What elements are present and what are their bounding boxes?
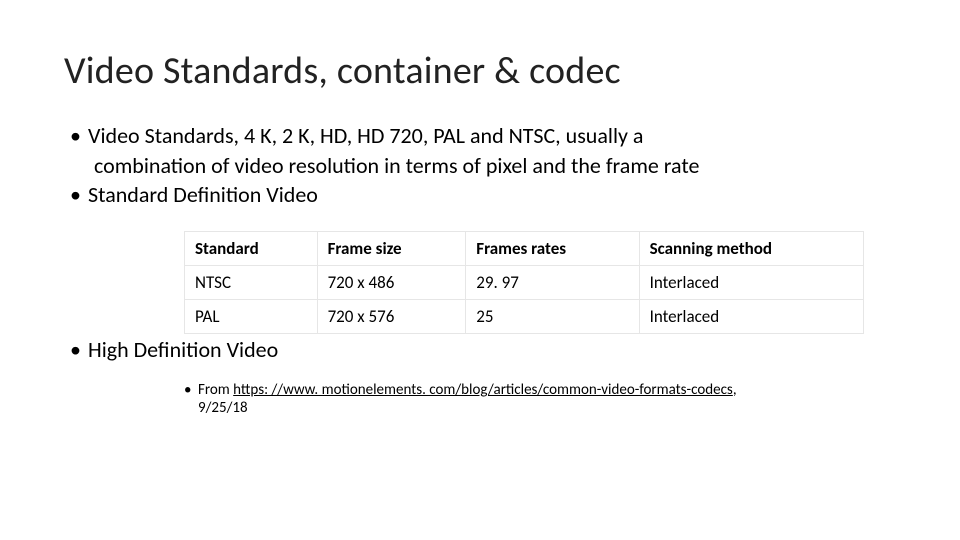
table-row: NTSC 720 x 486 29. 97 Interlaced [185, 265, 864, 299]
bullet-dot-icon: • [70, 336, 88, 364]
source-citation: •From https: //www. motionelements. com/… [184, 381, 896, 417]
source-date: 9/25/18 [198, 399, 248, 417]
cell: NTSC [185, 265, 318, 299]
bullet-1-text-line2: combination of video resolution in terms… [94, 152, 896, 180]
bullet-1-text-line1: Video Standards, 4 K, 2 K, HD, HD 720, P… [88, 122, 643, 149]
th-scanning-method: Scanning method [639, 231, 863, 265]
bullet-item-3: •High Definition Video [70, 336, 896, 364]
th-frame-size: Frame size [317, 231, 466, 265]
bullet-2-text: Standard Definition Video [88, 181, 318, 208]
table-header-row: Standard Frame size Frames rates Scannin… [185, 231, 864, 265]
bullet-list: •Video Standards, 4 K, 2 K, HD, HD 720, … [70, 122, 896, 209]
cell: PAL [185, 299, 318, 333]
slide-title: Video Standards, container & codec [64, 48, 896, 94]
table-row: PAL 720 x 576 25 Interlaced [185, 299, 864, 333]
source-link[interactable]: https: //www. motionelements. com/blog/a… [233, 381, 733, 399]
bullet-dot-icon: • [184, 381, 198, 399]
source-prefix: From [198, 381, 233, 399]
bullet-dot-icon: • [70, 122, 88, 150]
bullet-dot-icon: • [70, 181, 88, 209]
th-standard: Standard [185, 231, 318, 265]
source-comma: , [733, 381, 737, 399]
cell: Interlaced [639, 265, 863, 299]
cell: Interlaced [639, 299, 863, 333]
bullet-item-2: •Standard Definition Video [70, 181, 896, 209]
cell: 720 x 576 [317, 299, 466, 333]
cell: 29. 97 [466, 265, 639, 299]
table: Standard Frame size Frames rates Scannin… [184, 231, 864, 334]
sd-video-table: Standard Frame size Frames rates Scannin… [184, 231, 864, 334]
bullet-item-1: •Video Standards, 4 K, 2 K, HD, HD 720, … [70, 122, 896, 150]
cell: 25 [466, 299, 639, 333]
cell: 720 x 486 [317, 265, 466, 299]
bullet-list-2: •High Definition Video [70, 336, 896, 364]
bullet-3-text: High Definition Video [88, 336, 278, 363]
slide: Video Standards, container & codec •Vide… [0, 0, 960, 540]
th-frame-rates: Frames rates [466, 231, 639, 265]
